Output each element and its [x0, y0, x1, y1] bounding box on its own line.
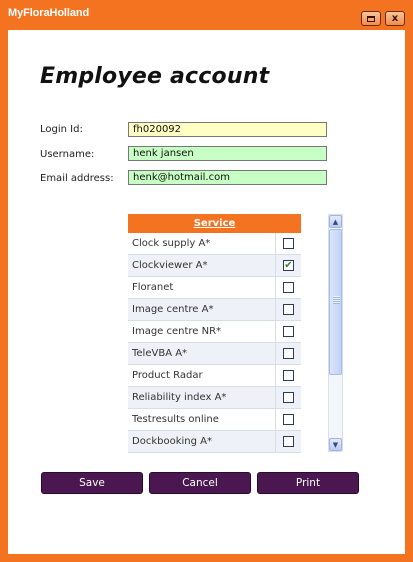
service-table: Service Clock supply A* Clockviewer A* ✔ Fl…: [128, 214, 301, 453]
login-id-field[interactable]: fh020092: [128, 122, 327, 137]
service-row: Image centre A*: [128, 299, 301, 321]
grip-icon: [333, 296, 340, 304]
service-checkbox[interactable]: [283, 238, 294, 249]
service-checkbox[interactable]: [283, 436, 294, 447]
page-title: Employee account: [40, 64, 270, 89]
service-rows: Clock supply A* Clockviewer A* ✔ Floranet Im…: [128, 233, 301, 453]
service-check-cell: [276, 299, 301, 320]
service-row: Image centre NR*: [128, 321, 301, 343]
service-name: TeleVBA A*: [128, 343, 276, 364]
window-title: MyFloraHolland: [8, 7, 90, 19]
service-name: Dockbooking A*: [128, 431, 276, 452]
service-row: Testresults online: [128, 409, 301, 431]
service-row: TeleVBA A*: [128, 343, 301, 365]
username-field[interactable]: henk jansen: [128, 146, 327, 161]
service-check-cell: [276, 409, 301, 430]
scroll-thumb[interactable]: [329, 229, 342, 375]
service-checkbox[interactable]: [283, 414, 294, 425]
service-check-cell: [276, 321, 301, 342]
service-name: Image centre NR*: [128, 321, 276, 342]
login-id-label: Login Id:: [40, 124, 83, 135]
email-label: Email address:: [40, 173, 114, 184]
title-bar: MyFloraHolland x: [0, 0, 413, 30]
service-checkbox[interactable]: [283, 304, 294, 315]
service-check-cell: [276, 387, 301, 408]
service-check-cell: [276, 277, 301, 298]
service-row: Product Radar: [128, 365, 301, 387]
service-checkbox[interactable]: [283, 392, 294, 403]
service-checkbox[interactable]: [283, 348, 294, 359]
service-check-cell: ✔: [276, 255, 301, 276]
service-name: Floranet: [128, 277, 276, 298]
cancel-button[interactable]: Cancel: [149, 472, 251, 494]
service-checkbox[interactable]: ✔: [283, 260, 294, 271]
service-checkbox[interactable]: [283, 370, 294, 381]
service-scrollbar[interactable]: ▲ ▼: [328, 214, 343, 452]
service-name: Image centre A*: [128, 299, 276, 320]
service-check-cell: [276, 431, 301, 452]
service-row: Dockbooking A*: [128, 431, 301, 453]
print-button[interactable]: Print: [257, 472, 359, 494]
service-check-cell: [276, 233, 301, 254]
close-button[interactable]: x: [385, 11, 405, 26]
scroll-down-button[interactable]: ▼: [329, 438, 342, 451]
service-name: Clockviewer A*: [128, 255, 276, 276]
arrow-up-icon: ▲: [332, 217, 339, 226]
minimize-button[interactable]: [361, 11, 381, 26]
save-button[interactable]: Save: [41, 472, 143, 494]
service-row: Floranet: [128, 277, 301, 299]
service-row: Clock supply A*: [128, 233, 301, 255]
service-column-header[interactable]: Service: [128, 214, 301, 233]
email-field[interactable]: henk@hotmail.com: [128, 170, 327, 185]
service-check-cell: [276, 343, 301, 364]
service-row: Clockviewer A* ✔: [128, 255, 301, 277]
service-checkbox[interactable]: [283, 326, 294, 337]
service-name: Reliability index A*: [128, 387, 276, 408]
arrow-down-icon: ▼: [332, 440, 339, 449]
service-row: Reliability index A*: [128, 387, 301, 409]
minimize-icon: [367, 15, 375, 22]
username-label: Username:: [40, 149, 95, 160]
scroll-up-button[interactable]: ▲: [329, 215, 342, 228]
service-name: Testresults online: [128, 409, 276, 430]
service-check-cell: [276, 365, 301, 386]
service-checkbox[interactable]: [283, 282, 294, 293]
close-icon: x: [391, 12, 399, 24]
service-name: Product Radar: [128, 365, 276, 386]
service-name: Clock supply A*: [128, 233, 276, 254]
checkmark-icon: ✔: [284, 260, 293, 271]
